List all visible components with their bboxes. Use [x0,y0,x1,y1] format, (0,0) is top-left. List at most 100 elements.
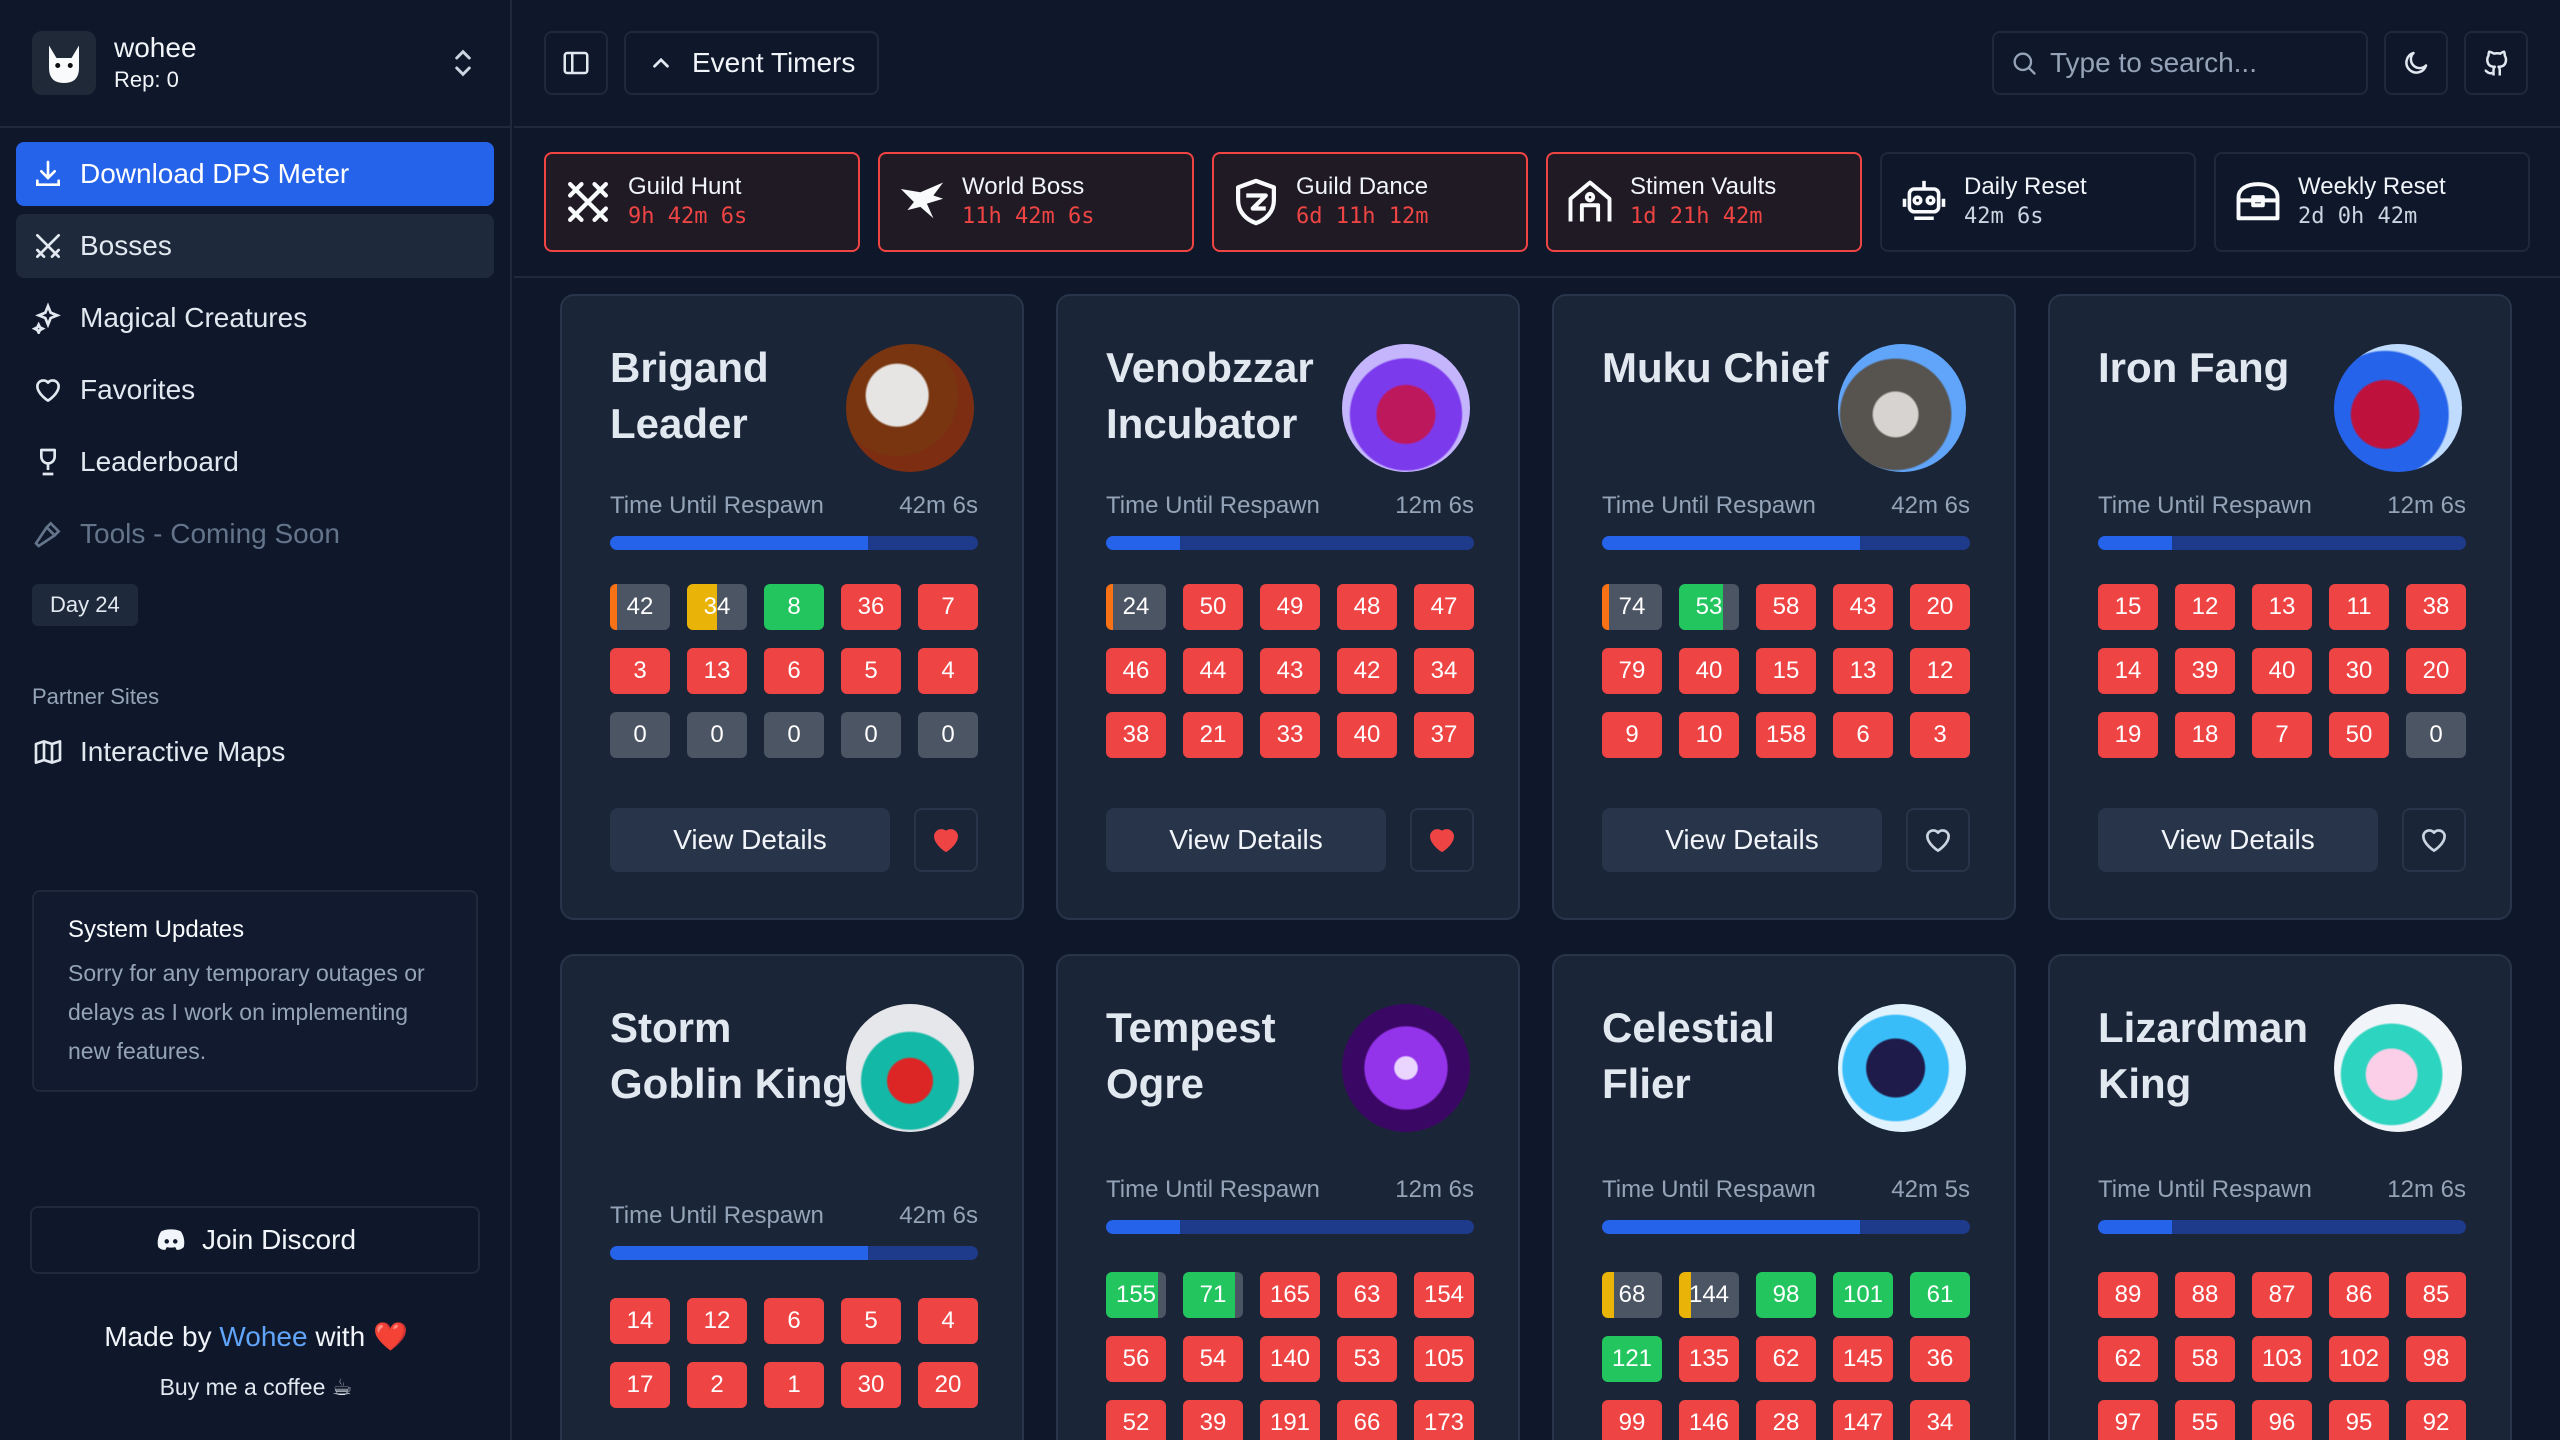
timer-value: 42m 6s [1964,204,2044,229]
system-updates-title: System Updates [68,916,245,943]
nav-favorites-label: Favorites [80,374,196,405]
user-switcher[interactable]: wohee Rep: 0 [0,0,510,128]
toggle-sidebar-button[interactable] [544,31,608,95]
channel-cell: 12 [687,1298,747,1344]
view-details-button[interactable]: View Details [1602,808,1882,872]
boss-portrait [846,1004,974,1132]
channel-cell: 88 [2175,1272,2235,1318]
channel-cell: 15 [1756,648,1816,694]
respawn-progress-fill [1602,536,1860,550]
search-input[interactable] [2050,47,2350,79]
channel-cell: 0 [918,712,978,758]
download-icon [36,160,60,186]
heart-icon [1926,829,1950,852]
channel-cell: 39 [2175,648,2235,694]
channel-cell: 154 [1414,1272,1474,1318]
respawn-progress-fill [1106,1220,1180,1234]
channel-cell: 7 [2252,712,2312,758]
favorite-button[interactable] [1906,808,1970,872]
timer-guild-dance: Guild Dance 6d 11h 12m [1212,152,1528,252]
discord-icon [157,1229,185,1250]
respawn-progress [2098,1220,2466,1234]
channel-cell: 54 [1183,1336,1243,1382]
channel-cell: 43 [1260,648,1320,694]
channel-cell: 56 [1106,1336,1166,1382]
boss-card: Tempest Ogre Time Until Respawn 12m 6s 15… [1056,954,1520,1440]
channel-cell: 147 [1833,1400,1893,1440]
channel-cell: 0 [764,712,824,758]
event-timers-toggle[interactable]: Event Timers [624,31,880,95]
partner-sites-heading: Partner Sites [32,684,160,709]
channel-cell: 40 [2252,648,2312,694]
channel-cell: 5 [841,648,901,694]
shield-icon [1236,178,1276,226]
channel-cell: 33 [1260,712,1320,758]
channel-cell: 2 [687,1362,747,1408]
github-button[interactable] [2464,31,2528,95]
channel-cell: 135 [1679,1336,1739,1382]
timer-daily-reset: Daily Reset 42m 6s [1880,152,2196,252]
channel-grid: 42 34 8 36 7 3 13 6 5 4 0 0 0 0 0 [610,584,978,758]
channel-cell: 89 [2098,1272,2158,1318]
robot-icon [1902,180,1946,221]
crossed-swords-icon [568,182,608,222]
nav-tools-label: Tools - Coming Soon [80,518,340,549]
respawn-time: 12m 6s [2387,492,2466,519]
nav-favorites[interactable]: Favorites [16,358,494,422]
heart-icon [2422,829,2446,852]
channel-cell: 42 [1337,648,1397,694]
respawn-label: Time Until Respawn [610,492,824,519]
nav-maps-label: Interactive Maps [80,736,286,767]
channel-cell: 53 [1337,1336,1397,1382]
author-link[interactable]: Wohee [219,1321,307,1352]
favorite-button[interactable] [914,808,978,872]
boss-portrait [1838,1004,1966,1132]
nav-leaderboard[interactable]: Leaderboard [16,430,494,494]
favorite-button[interactable] [2402,808,2466,872]
boss-name: Tempest Ogre [1106,1004,1276,1107]
channel-cell: 12 [1910,648,1970,694]
view-details-button[interactable]: View Details [610,808,890,872]
respawn-row: Time Until Respawn 42m 6s [610,1202,978,1230]
system-updates-body: Sorry for any temporary outages or delay… [68,960,425,1064]
respawn-label: Time Until Respawn [610,1202,824,1229]
channel-cell: 62 [1756,1336,1816,1382]
channel-cell: 8 [764,584,824,630]
channel-cell: 62 [2098,1336,2158,1382]
channel-cell: 55 [2175,1400,2235,1440]
nav-bosses-label: Bosses [80,230,172,261]
channel-cell: 146 [1679,1400,1739,1440]
timer-guild-hunt: Guild Hunt 9h 42m 6s [544,152,860,252]
theme-toggle-button[interactable] [2384,31,2448,95]
heart-filled-icon [934,829,958,852]
channel-grid: 74 53 58 43 20 79 40 15 13 12 9 10 158 6 3 [1602,584,1970,758]
crossed-swords-icon [36,234,60,258]
respawn-time: 42m 5s [1891,1176,1970,1203]
boss-portrait [1342,344,1470,472]
nav-interactive-maps[interactable]: Interactive Maps [16,720,494,784]
buy-me-coffee-link[interactable]: Buy me a coffee ☕ [0,1374,512,1401]
join-discord-button[interactable]: Join Discord [30,1206,480,1274]
chevron-up-down-icon [455,49,471,77]
join-discord-label: Join Discord [201,1224,357,1255]
user-avatar [32,31,96,95]
channel-cell: 20 [918,1362,978,1408]
channel-cell: 6 [764,1298,824,1344]
nav-magical-creatures[interactable]: Magical Creatures [16,286,494,350]
nav-download-dps-meter[interactable]: Download DPS Meter [16,142,494,206]
timer-value: 9h 42m 6s [628,204,748,229]
respawn-row: Time Until Respawn 12m 6s [1106,492,1474,520]
favorite-button[interactable] [1410,808,1474,872]
respawn-row: Time Until Respawn 42m 6s [610,492,978,520]
timer-world-boss: World Boss 11h 42m 6s [878,152,1194,252]
view-details-button[interactable]: View Details [1106,808,1386,872]
channel-cell: 74 [1602,584,1662,630]
heart-filled-icon [1430,829,1454,852]
channel-cell: 12 [2175,584,2235,630]
respawn-progress-fill [2098,536,2172,550]
view-details-button[interactable]: View Details [2098,808,2378,872]
nav-bosses[interactable]: Bosses [16,214,494,278]
channel-cell: 4 [918,648,978,694]
search-box[interactable] [1992,31,2368,95]
timer-name: Guild Hunt [628,173,742,200]
